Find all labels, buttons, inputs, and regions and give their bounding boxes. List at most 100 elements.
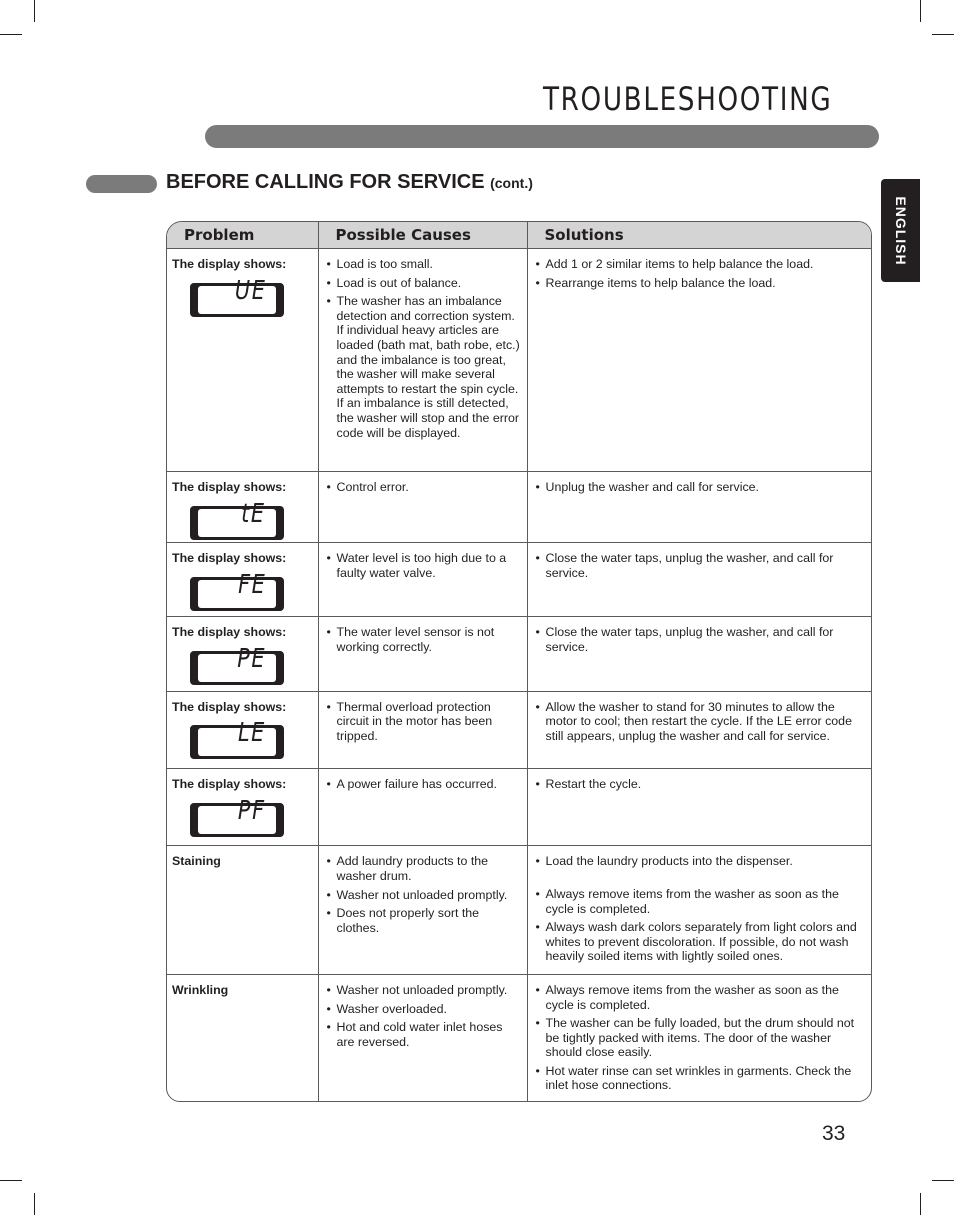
- table-header-row: Problem Possible Causes Solutions: [167, 222, 871, 249]
- display-screen: UE: [198, 275, 276, 314]
- cause-item: A power failure has occurred.: [327, 777, 521, 792]
- cause-text: A power failure has occurred.: [336, 777, 497, 792]
- solution-list: Close the water taps, unplug the washer,…: [536, 551, 866, 580]
- page-title: TROUBLESHOOTING: [543, 80, 833, 118]
- cause-item: The water level sensor is not working co…: [327, 625, 521, 654]
- cause-list: Water level is too high due to a faulty …: [327, 551, 521, 580]
- solution-item: Unplug the washer and call for service.: [536, 480, 866, 495]
- crop-mark: [920, 0, 921, 22]
- cause-item: Washer not unloaded promptly.: [327, 983, 521, 998]
- solution-text: The washer can be fully loaded, but the …: [545, 1016, 855, 1060]
- column-header-solutions: Solutions: [527, 222, 871, 249]
- solution-text: Unplug the washer and call for service.: [545, 479, 760, 494]
- solution-text: Close the water taps, unplug the washer,…: [545, 551, 834, 580]
- cause-cell: Thermal overload protection circuit in t…: [318, 691, 528, 770]
- cause-item: Thermal overload protection circuit in t…: [327, 700, 521, 744]
- cause-list: The water level sensor is not working co…: [327, 625, 521, 654]
- cause-item: Load is too small.: [327, 257, 521, 272]
- solution-item: Allow the washer to stand for 30 minutes…: [536, 700, 866, 744]
- solution-cell: Add 1 or 2 similar items to help balance…: [527, 248, 871, 472]
- problem-label: The display shows:: [172, 699, 287, 714]
- error-code: PE: [237, 644, 266, 675]
- problem-cell: Staining: [167, 845, 319, 975]
- error-code-display: UE: [190, 275, 284, 317]
- cause-list: Washer not unloaded promptly. Washer over…: [327, 983, 521, 1049]
- table-row: The display shows: PE The water level sens…: [167, 616, 871, 692]
- problem-cell: The display shows: FE: [167, 542, 319, 618]
- cause-item: Control error.: [327, 480, 521, 495]
- display-screen: tE: [198, 501, 276, 537]
- solution-item: Always wash dark colors separately from …: [536, 920, 866, 964]
- cause-text: Water level is too high due to a faulty …: [336, 551, 507, 580]
- solution-text: Hot water rinse can set wrinkles in garm…: [545, 1063, 852, 1093]
- cause-list: Load is too small. Load is out of balance…: [327, 257, 521, 440]
- display-screen: FE: [198, 569, 276, 608]
- language-tab: ENGLISH: [881, 179, 920, 282]
- display-screen: LE: [198, 721, 276, 757]
- problem-label: Staining: [172, 854, 221, 869]
- cause-cell: Load is too small. Load is out of balance…: [318, 248, 528, 472]
- cause-cell: Add laundry products to the washer drum.…: [318, 845, 528, 975]
- table-row: Staining Add laundry products to the wash…: [167, 845, 871, 975]
- error-code-display: PE: [190, 644, 284, 686]
- solution-cell: Restart the cycle.: [527, 768, 871, 847]
- solution-item: Always remove items from the washer as s…: [536, 887, 866, 916]
- title-bar-decoration: [205, 125, 879, 148]
- error-code-display: LE: [190, 721, 284, 760]
- problem-cell: The display shows: LE: [167, 691, 319, 770]
- troubleshooting-table: Problem Possible Causes Solutions The di…: [166, 221, 872, 1102]
- solution-list: Allow the washer to stand for 30 minutes…: [536, 700, 866, 744]
- solution-item: Add 1 or 2 similar items to help balance…: [536, 257, 866, 272]
- problem-cell: The display shows: tE: [167, 471, 319, 544]
- problem-label: The display shows:: [172, 551, 287, 566]
- section-pill-decoration: [86, 175, 157, 193]
- cause-item: Does not properly sort the clothes.: [327, 906, 521, 935]
- table-row: The display shows:UELoad is too small.Lo…: [167, 248, 871, 472]
- cause-text: Load is too small.: [336, 257, 433, 271]
- error-code: UE: [234, 275, 266, 306]
- crop-mark: [920, 1193, 921, 1215]
- cause-text: Hot and cold water inlet hoses are rever…: [336, 1020, 503, 1049]
- solution-text: Close the water taps, unplug the washer,…: [545, 625, 834, 655]
- cause-item: Washer overloaded.: [327, 1002, 521, 1017]
- section-title-suffix: (cont.): [490, 175, 533, 191]
- problem-cell: The display shows: UE: [167, 248, 319, 472]
- solution-item: Close the water taps, unplug the washer,…: [536, 625, 866, 654]
- solution-cell: Load the laundry products into the dispe…: [527, 845, 871, 975]
- page-number: 33: [822, 1122, 846, 1145]
- problem-label: Wrinkling: [172, 982, 229, 997]
- cause-cell: A power failure has occurred.: [318, 768, 528, 847]
- problem-label: The display shows:: [172, 625, 287, 640]
- solution-list: Add 1 or 2 similar items to help balance…: [536, 257, 866, 290]
- error-code-display: FE: [190, 569, 284, 611]
- cause-text: The washer has an imbalance detection an…: [336, 294, 520, 440]
- cause-list: Add laundry products to the washer drum.…: [327, 854, 521, 935]
- solution-item: The washer can be fully loaded, but the …: [536, 1016, 866, 1060]
- section-title-text: BEFORE CALLING FOR SERVICE: [166, 171, 485, 193]
- cause-text: Washer overloaded.: [336, 1001, 447, 1016]
- cause-cell: The water level sensor is not working co…: [318, 616, 528, 692]
- column-header-causes: Possible Causes: [318, 222, 528, 249]
- solution-text: Restart the cycle.: [545, 777, 642, 792]
- cause-text: Load is out of balance.: [336, 275, 462, 290]
- error-code: FE: [237, 569, 266, 600]
- solution-list: Unplug the washer and call for service.: [536, 480, 866, 495]
- cause-cell: Control error.: [318, 471, 528, 544]
- table-row: The display shows: LE Thermal overload pro…: [167, 691, 871, 770]
- solution-cell: Close the water taps, unplug the washer,…: [527, 616, 871, 692]
- solution-cell: Unplug the washer and call for service.: [527, 471, 871, 544]
- error-code-display: PF: [190, 798, 284, 837]
- problem-cell: The display shows: PF: [167, 768, 319, 847]
- solution-item: Rearrange items to help balance the load…: [536, 276, 866, 291]
- solution-list: Load the laundry products into the dispe…: [536, 854, 866, 964]
- cause-item: Washer not unloaded promptly.: [327, 888, 521, 903]
- solution-cell: Allow the washer to stand for 30 minutes…: [527, 691, 871, 770]
- section-title: BEFORE CALLING FOR SERVICE (cont.): [166, 171, 533, 194]
- solution-text: Always wash dark colors separately from …: [545, 920, 857, 964]
- solution-text: Rearrange items to help balance the load…: [545, 275, 776, 290]
- solution-item: Load the laundry products into the dispe…: [536, 854, 866, 869]
- display-screen: PF: [198, 798, 276, 834]
- solution-item: Always remove items from the washer as s…: [536, 983, 866, 1012]
- cause-item: Water level is too high due to a faulty …: [327, 551, 521, 580]
- solution-text: Always remove items from the washer as s…: [545, 982, 839, 1012]
